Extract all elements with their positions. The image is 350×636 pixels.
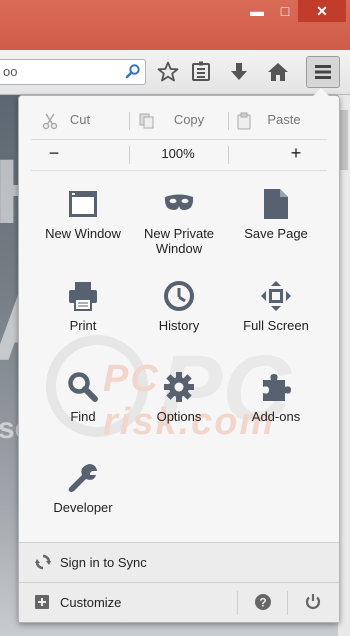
gear-icon [164, 372, 194, 402]
window-titlebar: ▬ □ ✕ [0, 0, 350, 50]
print-button[interactable]: Print [33, 280, 133, 364]
zoom-out-label: − [48, 143, 60, 163]
minimize-button[interactable]: ▬ [242, 0, 272, 22]
menu-item-label: Full Screen [243, 318, 309, 333]
save-page-icon [264, 189, 288, 219]
close-button[interactable]: ✕ [298, 0, 346, 22]
help-icon[interactable]: ? [255, 594, 271, 615]
cut-label: Cut [69, 112, 91, 127]
power-icon[interactable] [305, 593, 321, 615]
menu-item-label: Developer [53, 500, 113, 515]
sign-in-to-sync-button[interactable]: Sign in to Sync [19, 542, 339, 583]
new-window-icon [69, 191, 97, 217]
url-input[interactable] [3, 63, 113, 79]
divider [237, 591, 238, 615]
menu-item-label: New Private Window [143, 226, 215, 256]
menu-item-label: Options [156, 409, 202, 424]
options-button[interactable]: Options [129, 371, 229, 455]
bookmark-star-icon[interactable] [156, 60, 180, 84]
svg-text:?: ? [259, 596, 266, 610]
zoom-reset-button[interactable]: 100% [130, 140, 228, 170]
copy-button[interactable]: Copy [130, 106, 228, 136]
new-window-button[interactable]: New Window [33, 188, 133, 272]
url-bar[interactable] [0, 59, 146, 85]
new-private-window-button[interactable]: New Private Window [129, 188, 229, 272]
zoom-in-label: + [290, 143, 302, 163]
download-arrow-icon[interactable] [227, 60, 251, 84]
developer-button[interactable]: Developer [33, 462, 133, 546]
paste-label: Paste [267, 112, 301, 127]
maximize-button[interactable]: □ [270, 0, 300, 22]
zoom-in-button[interactable]: + [229, 140, 327, 170]
customize-label[interactable]: Customize [60, 595, 121, 610]
zoom-level: 100% [161, 146, 195, 161]
menu-item-label: History [158, 318, 200, 333]
bookmarks-list-icon[interactable] [189, 60, 213, 84]
full-screen-button[interactable]: Full Screen [226, 280, 326, 364]
home-icon[interactable] [266, 60, 290, 84]
divider [31, 170, 327, 171]
edit-controls: Cut Copy Paste [31, 106, 327, 136]
clock-icon [164, 281, 194, 311]
menu-item-label: New Window [45, 226, 121, 241]
sign-in-to-sync-label: Sign in to Sync [60, 555, 147, 570]
menu-panel-arrow [313, 88, 329, 96]
menu-item-label: Save Page [244, 226, 308, 241]
magnifier-icon [68, 372, 98, 402]
firefox-menu-panel: PC PC risk.com Cut Copy Paste − 100% + N… [18, 95, 340, 623]
cut-button[interactable]: Cut [31, 106, 129, 136]
customize-row: Customize ? [19, 582, 339, 622]
sync-icon [35, 554, 51, 575]
puzzle-icon [263, 374, 291, 401]
menu-item-label: Print [69, 318, 97, 333]
menu-button[interactable] [306, 56, 340, 88]
add-ons-button[interactable]: Add-ons [226, 371, 326, 455]
copy-label: Copy [173, 112, 205, 127]
printer-icon [69, 282, 97, 311]
paste-button[interactable]: Paste [229, 106, 327, 136]
navigation-toolbar [0, 50, 350, 95]
menu-item-label: Find [70, 409, 96, 424]
wrench-icon [68, 464, 97, 492]
menu-item-label: Add-ons [251, 409, 301, 424]
customize-plus-icon[interactable] [35, 595, 49, 614]
divider [287, 591, 288, 615]
full-screen-icon [261, 281, 291, 311]
private-mask-icon [164, 194, 194, 210]
search-icon[interactable] [125, 63, 141, 84]
zoom-controls: − 100% + [31, 140, 327, 170]
history-button[interactable]: History [129, 280, 229, 364]
find-button[interactable]: Find [33, 371, 133, 455]
hamburger-icon [315, 65, 331, 79]
zoom-out-button[interactable]: − [31, 140, 129, 170]
save-page-button[interactable]: Save Page [226, 188, 326, 272]
